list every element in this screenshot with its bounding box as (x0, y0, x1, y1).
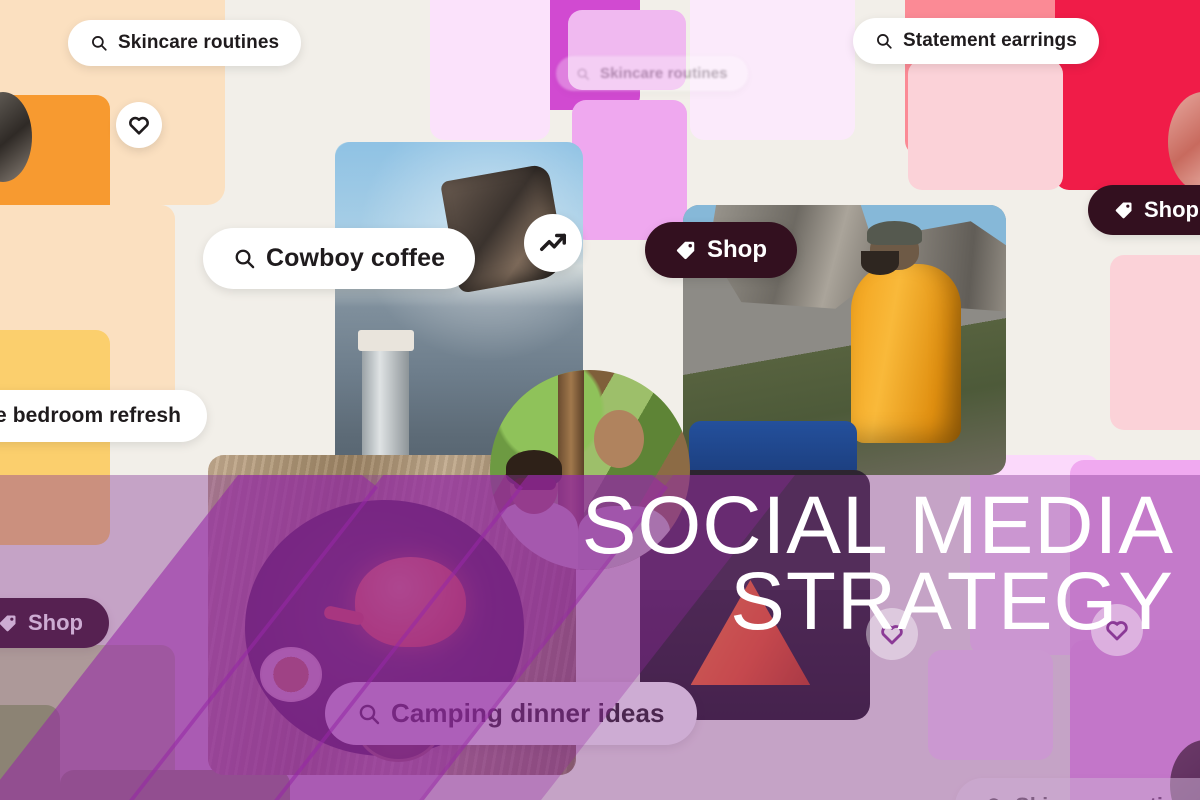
shop-pill-hiker[interactable]: Shop (645, 222, 797, 278)
search-pill-label: Camping dinner ideas (391, 698, 665, 728)
hiker-beanie-shape (867, 221, 923, 246)
save-heart-button[interactable] (116, 102, 162, 148)
tag-icon (675, 239, 697, 261)
teacup-shape (259, 647, 323, 703)
heart-icon (129, 116, 149, 135)
tent-shape (690, 580, 811, 685)
search-pill-label: Cowboy coffee (266, 244, 446, 272)
sunglasses-shape (514, 478, 556, 490)
search-pill-label: Skincare routines (600, 65, 728, 82)
search-pill-label: Skincare routines (118, 32, 280, 53)
search-pill-bottom-partial[interactable]: Skincare routines (955, 778, 1200, 800)
search-pill-label: e bedroom refresh (0, 404, 182, 427)
tag-icon (1114, 200, 1134, 220)
search-pill-skincare-routines[interactable]: Skincare routines (68, 20, 302, 66)
shop-pill-label: Shop (707, 236, 767, 263)
search-icon (875, 32, 893, 50)
friends-card[interactable] (490, 370, 690, 570)
orange-kettle-shape (355, 557, 466, 647)
search-pill-camping-dinner-ideas[interactable]: Camping dinner ideas (325, 682, 697, 745)
search-icon (576, 67, 590, 81)
search-icon (985, 796, 1005, 800)
trending-button[interactable] (524, 214, 582, 272)
search-icon (233, 247, 256, 270)
search-pill-label: Statement earrings (903, 30, 1077, 51)
blue-mat-shape (689, 421, 858, 475)
bg-tile-pink-soft-top-right (908, 60, 1063, 190)
search-icon (90, 34, 108, 52)
poster-canvas: Skincare routines Statement earrings Cow… (0, 0, 1200, 800)
trending-icon (540, 233, 566, 251)
hiker-jacket-shape (850, 264, 961, 443)
person-b-face (594, 410, 644, 468)
save-heart-button[interactable] (866, 608, 918, 660)
search-pill-label: Skincare routines (1015, 793, 1200, 800)
tag-icon (0, 613, 18, 633)
save-heart-button[interactable] (1091, 604, 1143, 656)
search-pill-statement-earrings[interactable]: Statement earrings (853, 18, 1099, 64)
person-b-body (578, 506, 670, 570)
friends-image (490, 370, 690, 570)
shop-pill-left[interactable]: Shop (0, 598, 109, 648)
search-pill-cowboy-coffee[interactable]: Cowboy coffee (203, 228, 476, 289)
bg-tile-pink-soft-right (1110, 255, 1200, 430)
search-pill-bedroom-refresh[interactable]: e bedroom refresh (0, 390, 208, 442)
heart-icon (1106, 621, 1128, 641)
bg-tile-green-mid-bottom-left (0, 705, 60, 800)
bg-tile-violet-pale-top-left (430, 0, 550, 140)
shop-pill-label: Shop (1144, 197, 1199, 222)
heart-icon (881, 625, 903, 645)
shop-pill-label: Shop (28, 610, 83, 635)
bg-tile-violet-pale-bottom-center (928, 650, 1053, 760)
shop-pill-right[interactable]: Shop (1088, 185, 1200, 235)
bg-tile-violet-mid-center (572, 100, 687, 240)
search-pill-ghost: Skincare routines (556, 56, 748, 91)
search-icon (357, 702, 381, 726)
